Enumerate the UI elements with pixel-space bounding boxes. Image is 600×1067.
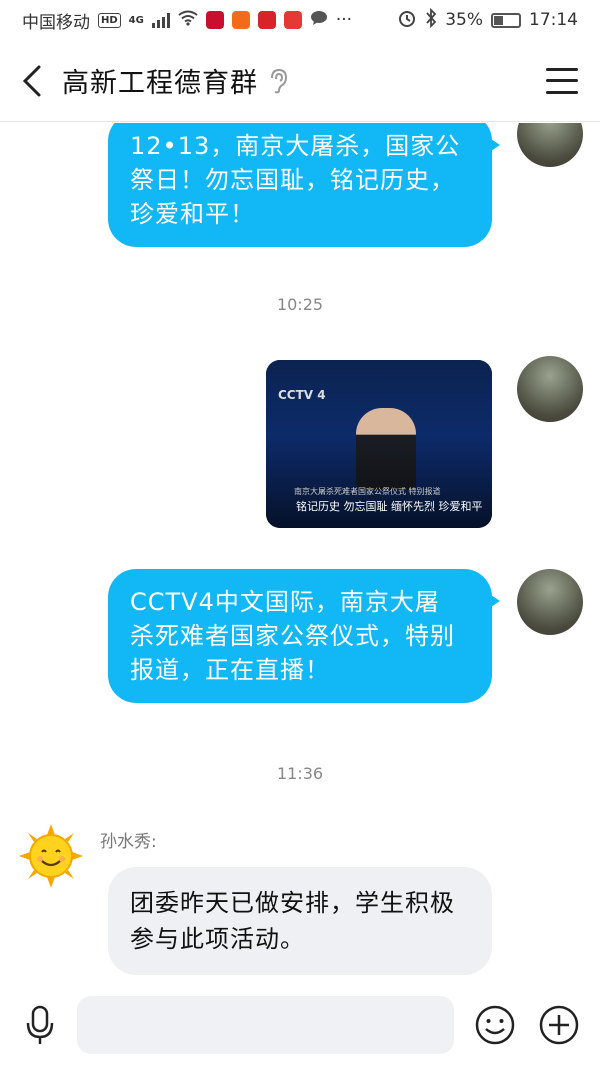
message-line: 祭日！勿忘国耻，铭记历史， bbox=[130, 166, 455, 194]
hd-badge: HD bbox=[98, 12, 121, 28]
smiley-icon[interactable] bbox=[474, 1004, 516, 1046]
message-line: 12•13，南京大屠杀，国家公 bbox=[130, 132, 461, 160]
avatar[interactable] bbox=[517, 356, 583, 422]
status-left: 中国移动 HD 4G ··· bbox=[22, 8, 352, 33]
video-app-icon bbox=[231, 11, 250, 29]
status-bar: 中国移动 HD 4G ··· 35% 17:14 bbox=[0, 0, 600, 40]
carrier-name: 中国移动 bbox=[22, 12, 90, 33]
sun-avatar-icon[interactable] bbox=[18, 823, 84, 889]
more-dots: ··· bbox=[335, 10, 353, 30]
signal-icon bbox=[151, 12, 170, 28]
message-line: 珍爱和平！ bbox=[130, 200, 255, 228]
network-type: 4G bbox=[128, 14, 144, 26]
app-notification-icon bbox=[205, 11, 224, 29]
chevron-left-icon[interactable] bbox=[22, 63, 46, 99]
message-input[interactable] bbox=[77, 996, 454, 1054]
tv-caption: 铭记历史 勿忘国耻 缅怀先烈 珍爱和平 bbox=[296, 500, 483, 513]
news-app-icon bbox=[283, 11, 302, 29]
avatar[interactable] bbox=[517, 569, 583, 635]
microphone-icon[interactable] bbox=[20, 1003, 59, 1047]
input-bar bbox=[0, 983, 600, 1067]
book-app-icon bbox=[257, 11, 276, 29]
ear-icon[interactable] bbox=[268, 68, 290, 94]
battery-icon bbox=[491, 12, 521, 28]
sender-name: 孙水秀: bbox=[100, 832, 157, 852]
group-title[interactable]: 高新工程德育群 bbox=[62, 61, 258, 100]
tv-logo: CCTV 4 bbox=[278, 388, 326, 402]
message-line: CCTV4中文国际，南京大屠 bbox=[130, 588, 440, 616]
wifi-icon bbox=[178, 10, 198, 31]
message-line: 报道，正在直播！ bbox=[130, 656, 330, 684]
battery-percent: 35% bbox=[445, 10, 483, 30]
message-bubble[interactable]: 团委昨天已做安排，学生积极 参与此项活动。 bbox=[108, 867, 492, 975]
clock: 17:14 bbox=[529, 10, 578, 30]
tv-subtitle: 南京大屠杀死难者国家公祭仪式 特别报道 bbox=[294, 487, 441, 496]
bluetooth-icon bbox=[425, 7, 437, 33]
alarm-icon bbox=[397, 8, 417, 33]
message-line: 参与此项活动。 bbox=[130, 925, 305, 953]
chat-bubble-icon bbox=[310, 10, 328, 31]
message-line: 杀死难者国家公祭仪式，特别 bbox=[130, 622, 455, 650]
status-right: 35% 17:14 bbox=[397, 7, 578, 33]
plus-circle-icon[interactable] bbox=[538, 1004, 580, 1046]
avatar[interactable] bbox=[517, 123, 583, 167]
chat-header: 高新工程德育群 bbox=[0, 40, 600, 122]
image-message[interactable]: CCTV 4 南京大屠杀死难者国家公祭仪式 特别报道 铭记历史 勿忘国耻 缅怀先… bbox=[266, 360, 492, 528]
timestamp: 11:36 bbox=[276, 764, 324, 783]
message-line: 团委昨天已做安排，学生积极 bbox=[130, 889, 455, 917]
message-bubble[interactable]: CCTV4中文国际，南京大屠 杀死难者国家公祭仪式，特别 报道，正在直播！ bbox=[108, 569, 500, 703]
timestamp: 10:25 bbox=[276, 295, 324, 314]
news-anchor-figure bbox=[356, 408, 416, 490]
message-list[interactable]: 12•13，南京大屠杀，国家公 祭日！勿忘国耻，铭记历史， 珍爱和平！ 10:2… bbox=[0, 123, 600, 983]
hamburger-menu-icon[interactable] bbox=[546, 67, 578, 94]
message-bubble[interactable]: 12•13，南京大屠杀，国家公 祭日！勿忘国耻，铭记历史， 珍爱和平！ bbox=[108, 123, 500, 247]
